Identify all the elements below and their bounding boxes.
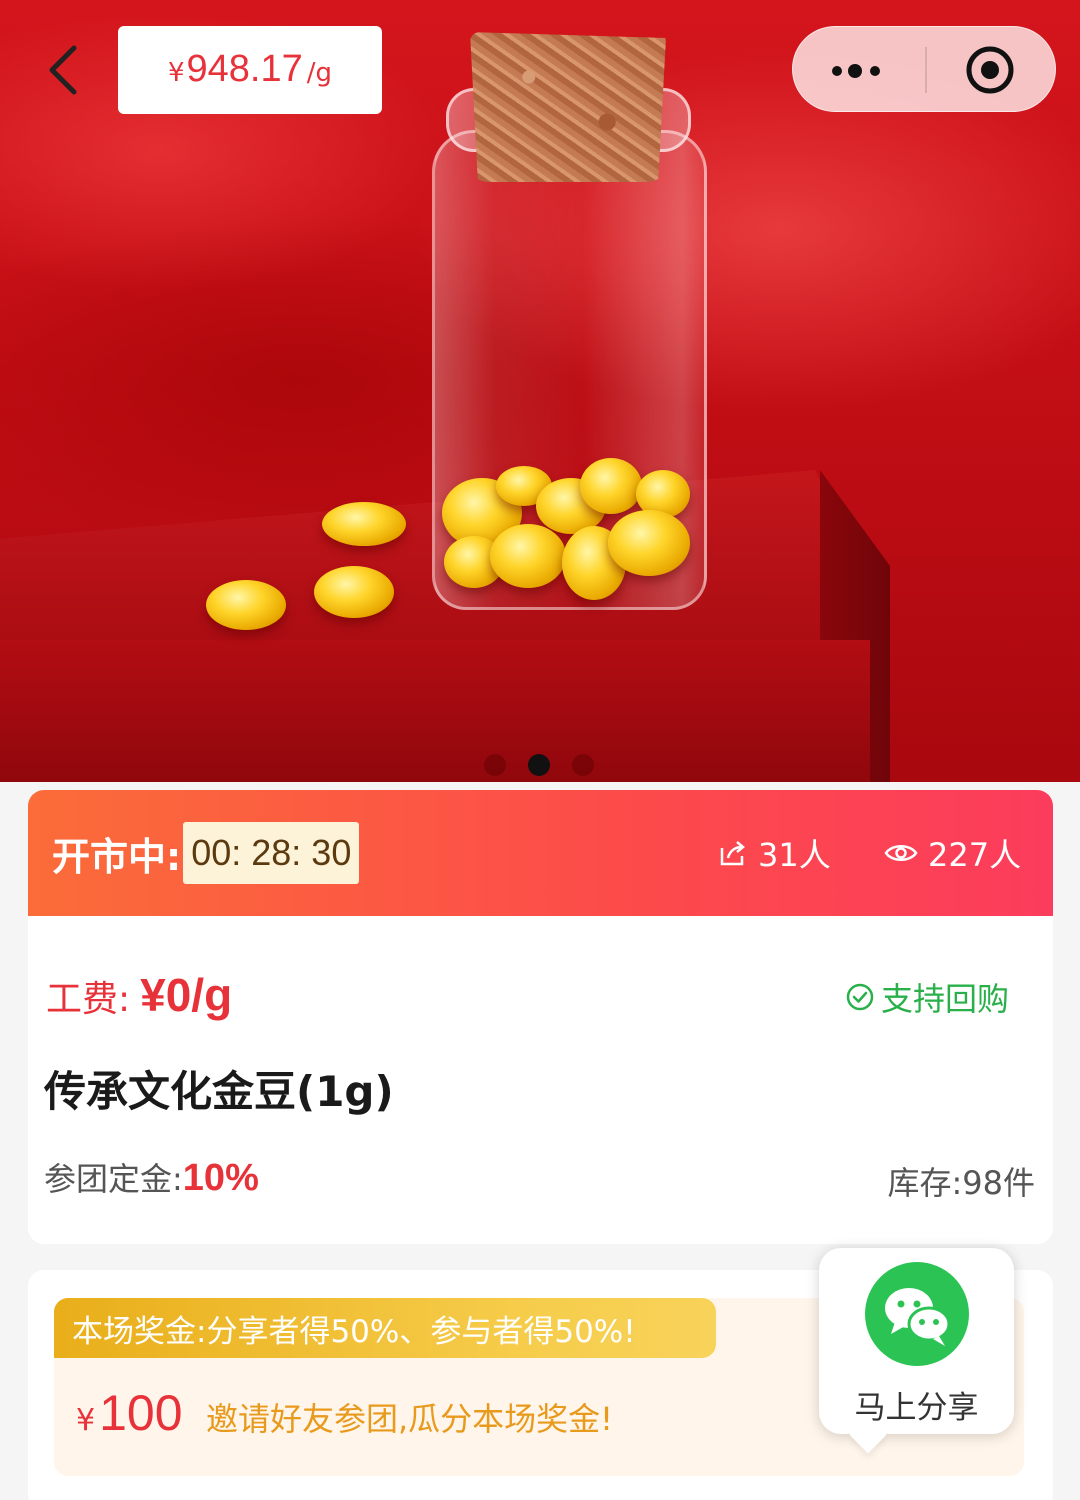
carousel-dot[interactable] [484,754,506,776]
target-circle-icon [966,46,1014,94]
share-count-value: 31人 [758,836,831,874]
product-title: 传承文化金豆(1g) [44,1067,394,1116]
price-value: 948.17 [186,48,303,90]
buyback-support: 支持回购 [845,974,1009,1020]
share-now-button[interactable]: 马上分享 [819,1248,1014,1434]
stock-count: 库存:98件 [887,1164,1035,1202]
view-count-value: 227人 [928,836,1022,874]
gold-bean [314,566,394,618]
bonus-description: 邀请好友参团,瓜分本场奖金! [206,1400,614,1438]
gold-bean [206,580,286,630]
countdown-timer: 00: 28: 30 [183,822,360,884]
mini-program-capsule [792,26,1056,112]
gold-bean [580,458,642,514]
bonus-value: 100 [99,1385,183,1441]
chevron-left-icon [49,45,77,95]
more-dots-icon [832,64,880,78]
carousel-indicator [484,754,594,776]
share-icon [720,841,745,866]
deposit-label: 参团定金: [44,1160,183,1198]
craft-fee-label: 工费: [46,979,131,1020]
price-currency: ¥ [167,58,185,88]
deposit-value: 10% [182,1157,259,1199]
product-info-card: 开市中: 00: 28: 30 31人 227人 工费: ¥0/g 支持回购 传… [28,790,1053,1244]
capsule-divider [925,47,927,93]
gold-bean [322,502,406,546]
cork-stopper [470,32,666,182]
buyback-label: 支持回购 [880,980,1009,1018]
market-status-label: 开市中: [52,834,182,879]
back-button[interactable] [40,40,90,100]
gold-price-badge: ¥ 948.17 /g [118,26,382,114]
wechat-icon [865,1262,969,1366]
carousel-dot[interactable] [572,754,594,776]
price-unit: /g [306,58,333,88]
bonus-currency: ¥ [76,1403,96,1438]
share-count: 31人 [718,790,831,916]
bonus-amount: ¥ 100 [76,1384,183,1442]
eye-icon [884,845,918,861]
craft-fee-value: ¥0/g [140,969,233,1021]
pedestal-front [0,640,870,782]
check-circle-icon [846,983,874,1011]
more-button[interactable] [829,51,889,91]
share-now-label: 马上分享 [854,1390,979,1426]
market-status-banner: 开市中: 00: 28: 30 31人 227人 [28,790,1053,916]
group-deposit: 参团定金: 10% [44,1154,259,1200]
gold-bean [608,510,690,576]
bonus-split-tag: 本场奖金:分享者得50%、参与者得50%! [54,1298,716,1358]
gold-bean [490,524,566,588]
view-count: 227人 [884,790,1021,916]
product-image-carousel[interactable] [0,0,1080,782]
carousel-dot-active[interactable] [528,754,550,776]
close-mini-program-button[interactable] [965,45,1015,95]
craft-fee: 工费: ¥0/g [46,968,232,1022]
